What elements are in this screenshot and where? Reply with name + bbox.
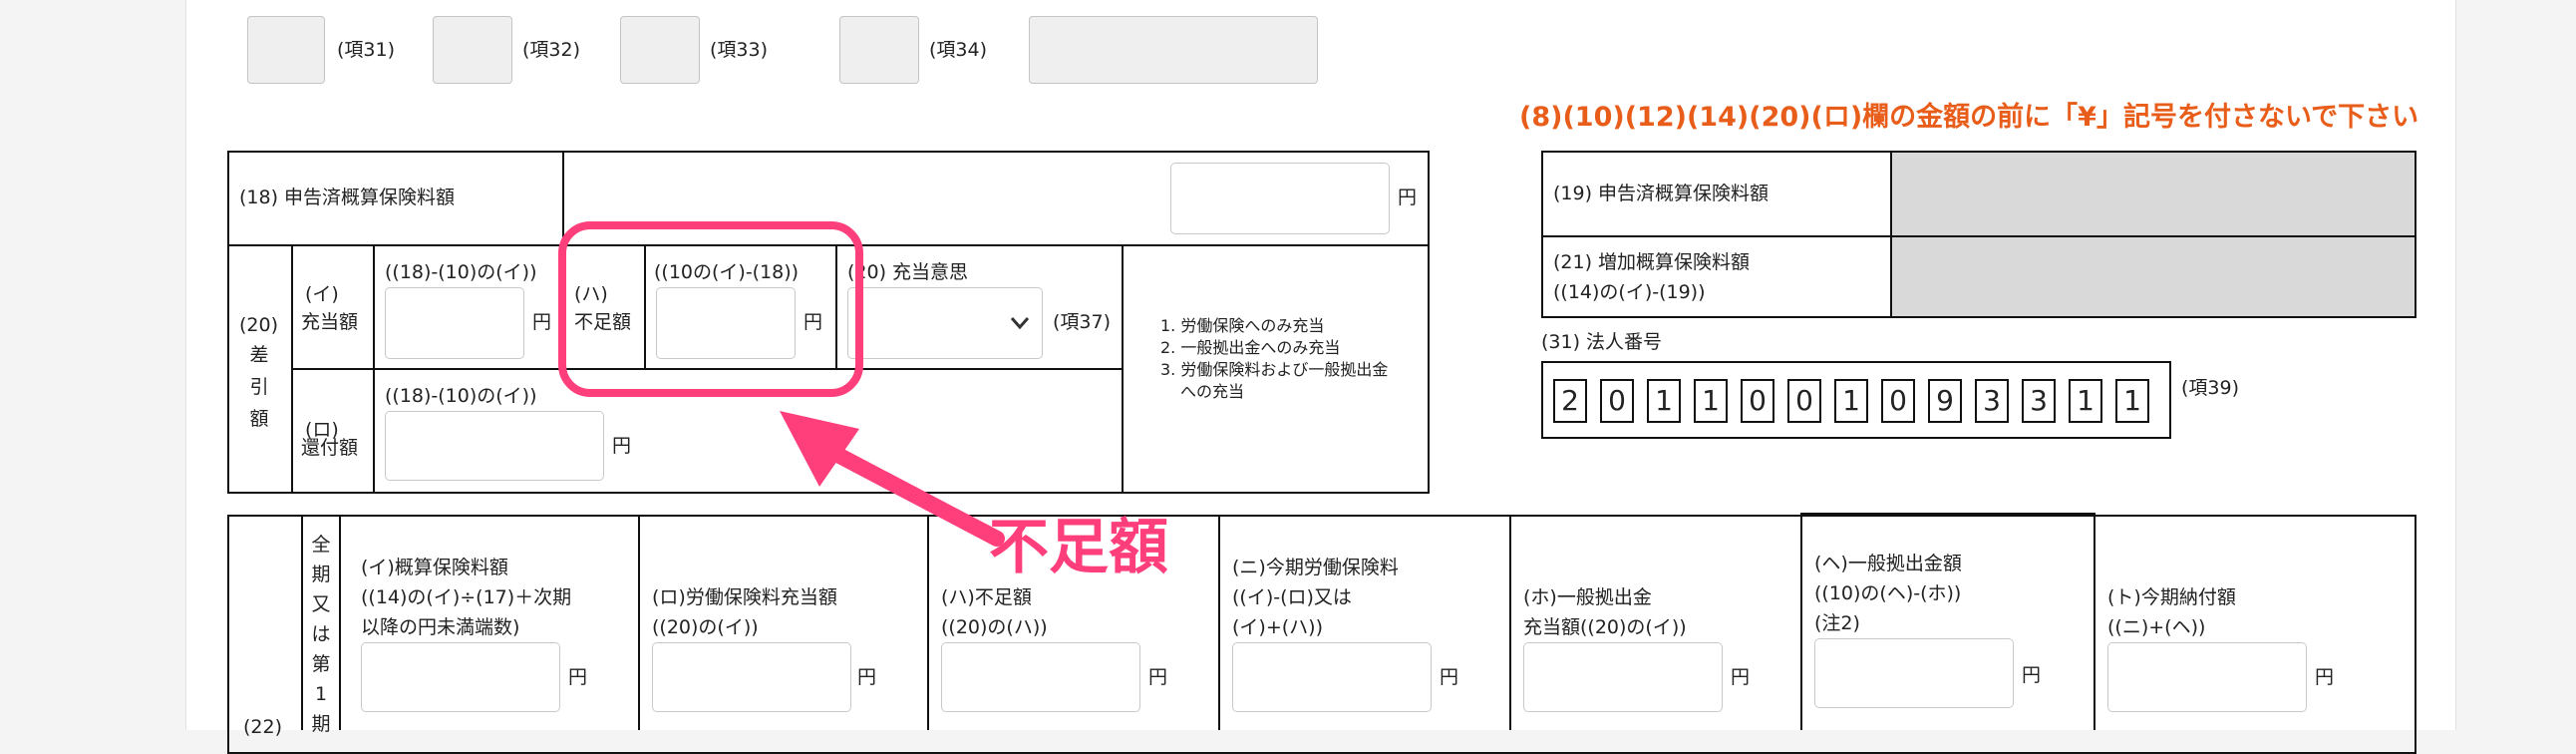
yen-unit: 円: [532, 311, 552, 333]
col-ro-line1: (ロ)労働保険料充当額: [652, 586, 837, 608]
col-ha-line2: ((20)の(ハ)): [941, 616, 1048, 638]
difference-vertical-2: 引: [249, 376, 269, 398]
period-vertical-2: 期: [311, 564, 331, 585]
shortfall-bottom-input[interactable]: [941, 642, 1140, 712]
shortfall-annotation-label: 不足額: [989, 513, 1168, 582]
difference-vertical-1: 差: [249, 344, 269, 366]
shortfall-highlight: [558, 221, 863, 397]
general-contribution-input[interactable]: [1814, 638, 2014, 708]
allocation-formula: ((18)-(10)の(イ)): [385, 261, 537, 283]
allocation-label-2: 充当額: [301, 311, 359, 333]
refund-formula: ((18)-(10)の(イ)): [385, 385, 537, 407]
yen-unit: 円: [568, 666, 588, 688]
col-ni-line2: ((イ)-(ロ)又は: [1232, 586, 1352, 608]
corporate-number-digit[interactable]: 0: [1881, 379, 1915, 423]
field-35-input[interactable]: [1029, 16, 1318, 84]
field-33-code: (項33): [710, 39, 769, 61]
col-i-line2: ((14)の(イ)÷(17)＋次期: [361, 586, 572, 608]
period-vertical-4: は: [311, 623, 331, 645]
col-he-line2: ((10)の(ヘ)-(ホ)): [1814, 582, 1962, 604]
allocation-label-1: (イ): [305, 283, 339, 305]
allocation-intent-label: (20) 充当意思: [847, 261, 969, 283]
corporate-number-digit[interactable]: 2: [1553, 379, 1587, 423]
col-ro-line2: ((20)の(イ)): [652, 616, 759, 638]
period-vertical-1: 全: [311, 534, 331, 556]
period-vertical-7: 期: [311, 713, 331, 735]
declared-premium-19-label: (19) 申告済概算保険料額: [1553, 183, 1770, 204]
col-he-line1: (ヘ)一般拠出金額: [1814, 553, 1962, 574]
corporate-number-digit[interactable]: 0: [1741, 379, 1774, 423]
refund-amount-input[interactable]: [385, 411, 604, 481]
field-33-input[interactable]: [620, 16, 700, 84]
yen-unit: 円: [1148, 666, 1168, 688]
corporate-number-digit[interactable]: 1: [2115, 379, 2149, 423]
yen-unit: 円: [2315, 666, 2335, 688]
increase-premium-label-2: ((14)の(イ)-(19)): [1553, 281, 1706, 303]
yen-unit: 円: [1440, 666, 1459, 688]
general-contribution-allocation-input[interactable]: [1523, 642, 1723, 712]
col-ho-line1: (ホ)一般拠出金: [1523, 586, 1652, 608]
corporate-number-code: (項39): [2181, 377, 2240, 399]
allocation-option-2: 2. 一般拠出金へのみ充当: [1160, 338, 1341, 357]
allocation-option-3: 3. 労働保険料および一般拠出金: [1160, 360, 1389, 379]
allocation-amount-input[interactable]: [385, 287, 524, 359]
corporate-number-digit[interactable]: 0: [1787, 379, 1821, 423]
current-labor-premium-input[interactable]: [1232, 642, 1432, 712]
corporate-number-digit[interactable]: 1: [2069, 379, 2102, 423]
corporate-number-digit[interactable]: 9: [1928, 379, 1962, 423]
yen-unit: 円: [1731, 666, 1751, 688]
period-vertical-3: 又: [311, 593, 331, 615]
period-vertical-5: 第: [311, 653, 331, 675]
yen-unit: 円: [612, 435, 632, 457]
chevron-down-icon: [1010, 317, 1030, 330]
field-34-code: (項34): [929, 39, 988, 61]
field-31-input[interactable]: [247, 16, 325, 84]
yen-unit: 円: [1398, 187, 1418, 208]
period-number-label: (22): [243, 716, 283, 738]
period-vertical-6: 1: [314, 683, 328, 705]
yen-unit: 円: [857, 666, 877, 688]
allocation-option-1: 1. 労働保険へのみ充当: [1160, 316, 1325, 335]
current-payment-input[interactable]: [2107, 642, 2307, 712]
col-ni-line1: (ニ)今期労働保険料: [1232, 557, 1399, 578]
corporate-number-digit[interactable]: 3: [1975, 379, 2009, 423]
field-32-code: (項32): [522, 39, 581, 61]
corporate-number-digit[interactable]: 1: [1834, 379, 1868, 423]
corporate-number-digit[interactable]: 3: [2022, 379, 2056, 423]
difference-label: (20): [239, 314, 279, 336]
increase-premium-label-1: (21) 増加概算保険料額: [1553, 251, 1751, 273]
col-i-line1: (イ)概算保険料額: [361, 557, 508, 578]
yen-unit: 円: [2022, 664, 2042, 686]
estimated-premium-input[interactable]: [361, 642, 560, 712]
field-32-input[interactable]: [433, 16, 512, 84]
field-34-input[interactable]: [839, 16, 919, 84]
corporate-number-digit[interactable]: 1: [1694, 379, 1728, 423]
refund-label-2: 還付額: [301, 437, 359, 459]
col-ho-line2: 充当額((20)の(イ)): [1523, 616, 1687, 638]
labor-premium-allocation-input[interactable]: [652, 642, 851, 712]
col-ni-line3: (イ)+(ハ)): [1232, 616, 1323, 638]
col-he-line3: (注2): [1814, 612, 1860, 634]
yen-symbol-notice: (8)(10)(12)(14)(20)(ロ)欄の金額の前に「¥」記号を付さないで…: [1519, 102, 2419, 133]
corporate-number-label: (31) 法人番号: [1541, 331, 1663, 353]
allocation-intent-code: (項37): [1053, 311, 1112, 333]
corporate-number-digit[interactable]: 1: [1647, 379, 1681, 423]
allocation-intent-select[interactable]: [847, 287, 1043, 359]
declared-premium-label: (18) 申告済概算保険料額: [239, 187, 456, 208]
col-to-line2: ((ニ)+(ヘ)): [2107, 616, 2206, 638]
corporate-number-digit[interactable]: 0: [1600, 379, 1634, 423]
allocation-option-3-cont: への充当: [1180, 382, 1245, 401]
col-ha-line1: (ハ)不足額: [941, 586, 1032, 608]
col-i-line3: 以降の円未満端数): [361, 616, 520, 638]
declared-premium-input[interactable]: [1170, 163, 1390, 234]
difference-vertical-3: 額: [249, 408, 269, 430]
field-31-code: (項31): [337, 39, 396, 61]
col-to-line1: (ト)今期納付額: [2107, 586, 2236, 608]
